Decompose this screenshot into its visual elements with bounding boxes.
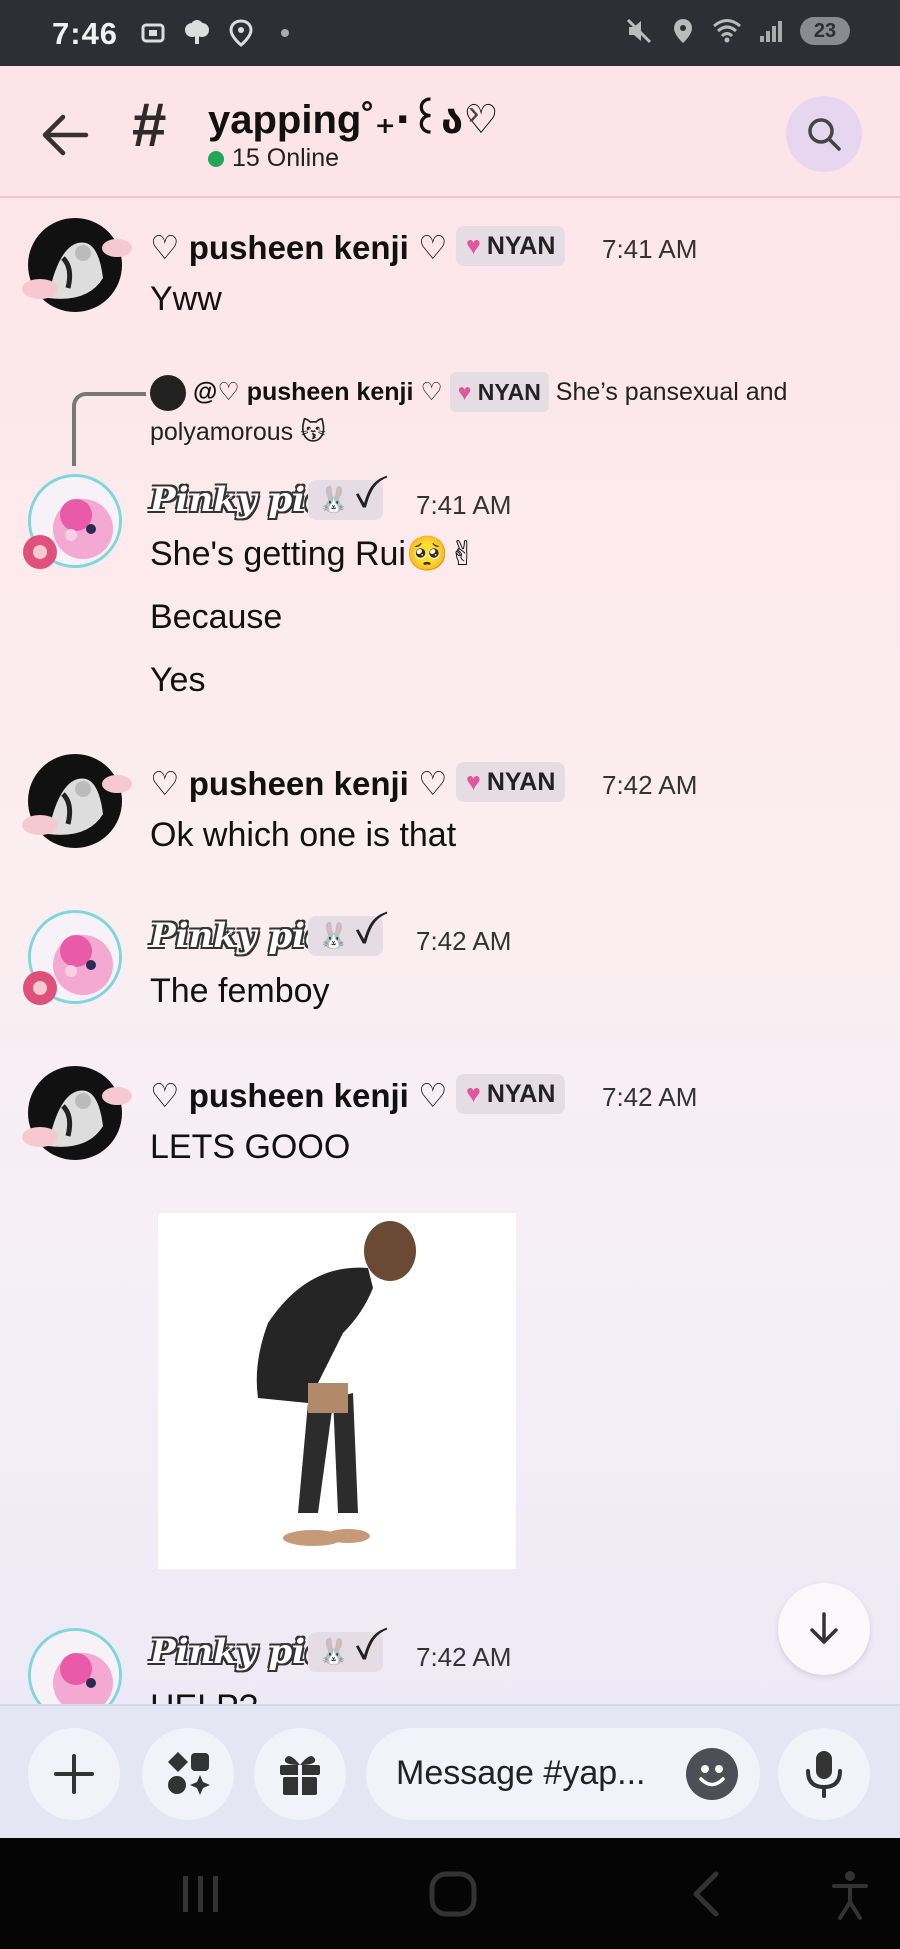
online-count: 15 Online	[232, 144, 340, 172]
apps-icon	[168, 1752, 210, 1795]
arrow-down-icon	[810, 1612, 838, 1644]
message-author[interactable]: ♡ pusheen kenji ♡	[150, 764, 448, 803]
tree-icon	[182, 18, 212, 48]
message-text: She's getting Rui🥺✌	[150, 534, 477, 574]
message-author[interactable]: ♡ pusheen kenji ♡	[150, 228, 448, 267]
message-text: Yww	[150, 280, 222, 318]
message-author[interactable]: Pinky pie	[150, 916, 327, 956]
dot-icon	[270, 18, 300, 48]
online-dot-icon	[208, 150, 224, 167]
screenshot-icon	[138, 18, 168, 48]
back-nav-icon[interactable]	[693, 1871, 719, 1917]
reply-avatar-icon	[150, 375, 186, 412]
status-time: 7:46	[52, 16, 119, 51]
role-tag: ♥ NYAN	[456, 762, 566, 802]
heart-icon: ♥	[466, 231, 481, 260]
chevron-right-icon[interactable]: ›	[468, 94, 479, 133]
message-time: 7:42 AM	[602, 1082, 698, 1112]
role-tag: ♥ NYAN	[456, 1074, 566, 1114]
role-tag: 🐰 ꪜ	[308, 1632, 383, 1672]
microphone-icon	[806, 1751, 842, 1798]
message-author[interactable]: ♡ pusheen kenji ♡	[150, 1076, 448, 1115]
scroll-to-bottom-button[interactable]	[778, 1583, 870, 1675]
message-list[interactable]: ♡ pusheen kenji ♡ ♥ NYAN 7:41 AM Yww @♡ …	[0, 198, 900, 1704]
reply-connector	[72, 392, 146, 466]
recent-apps-icon[interactable]	[183, 1876, 218, 1912]
reply-preview[interactable]: @♡ pusheen kenji ♡ ♥ NYAN She’s pansexua…	[150, 372, 850, 452]
plus-icon	[54, 1754, 94, 1794]
heart-icon: ♥	[466, 1079, 481, 1108]
avatar-pusheen-kenji[interactable]	[22, 1066, 132, 1160]
channel-name[interactable]: yapping˚₊‧꒰ა♡	[208, 90, 499, 143]
message-composer: Message #yap...	[0, 1704, 900, 1840]
gift-icon	[280, 1756, 320, 1795]
person-photo	[158, 1213, 516, 1569]
channel-hash-icon: #	[132, 91, 167, 160]
channel-header: # yapping˚₊‧꒰ა♡ › 15 Online	[0, 66, 900, 198]
bunny-icon: 🐰	[318, 1637, 350, 1666]
status-right-icons: 23	[624, 16, 850, 46]
home-icon[interactable]	[429, 1871, 477, 1917]
online-status: 15 Online	[208, 144, 339, 173]
message-text: HELP?	[150, 1688, 258, 1704]
message-time: 7:42 AM	[416, 926, 512, 956]
accessibility-icon[interactable]	[832, 1871, 868, 1920]
message-time: 7:42 AM	[602, 770, 698, 800]
message-text: The femboy	[150, 972, 330, 1010]
message-text: Because	[150, 598, 283, 636]
heart-icon: ♥	[457, 379, 472, 405]
avatar-pinky-pie[interactable]	[23, 910, 122, 1005]
signal-icon	[756, 16, 786, 46]
role-tag: ♥ NYAN	[456, 226, 566, 266]
avatar-pusheen-kenji[interactable]	[22, 218, 132, 312]
add-attachment-button[interactable]	[28, 1728, 120, 1820]
battery-indicator: 23	[800, 17, 850, 45]
role-tag: 🐰 ꪜ	[308, 916, 383, 956]
message-input-placeholder: Message #yap...	[396, 1754, 646, 1792]
message-text: LETS GOOO	[150, 1128, 351, 1166]
search-icon	[808, 118, 841, 151]
message-text: Yes	[150, 661, 206, 699]
image-attachment[interactable]	[158, 1213, 516, 1569]
back-button[interactable]	[36, 104, 98, 166]
apps-button[interactable]	[142, 1728, 234, 1820]
bunny-icon: 🐰	[318, 485, 350, 514]
reply-mention: @♡ pusheen kenji ♡	[192, 378, 443, 406]
message-author[interactable]: Pinky pie	[150, 1632, 327, 1672]
message-input[interactable]: Message #yap...	[366, 1728, 760, 1820]
arrow-left-icon	[42, 114, 89, 156]
avatar-pinky-pie[interactable]	[28, 1628, 122, 1704]
role-tag: 🐰 ꪜ	[308, 480, 383, 520]
pleading-face-emoji: 🥺✌	[405, 534, 477, 574]
mute-icon	[624, 16, 654, 46]
emoji-icon	[699, 1765, 725, 1787]
reply-role-tag: ♥ NYAN	[449, 372, 549, 412]
wifi-icon	[712, 16, 742, 46]
voice-message-button[interactable]	[778, 1728, 870, 1820]
kissing-cat-emoji: 😽	[300, 417, 327, 446]
system-navigation-bar	[0, 1838, 900, 1949]
status-left-icons	[138, 18, 300, 48]
heart-icon: ♥	[466, 767, 481, 796]
message-time: 7:41 AM	[602, 234, 698, 264]
emoji-button[interactable]	[686, 1748, 738, 1800]
gift-button[interactable]	[254, 1728, 346, 1820]
message-time: 7:41 AM	[416, 490, 512, 520]
avatar-pusheen-kenji[interactable]	[22, 754, 132, 848]
avatar-pinky-pie[interactable]	[23, 474, 122, 569]
location-status-icon	[668, 16, 698, 46]
search-button[interactable]	[786, 96, 862, 172]
status-bar: 7:46 23	[0, 0, 900, 66]
message-text: Ok which one is that	[150, 816, 457, 854]
message-time: 7:42 AM	[416, 1642, 512, 1672]
location-icon	[226, 18, 256, 48]
bunny-icon: 🐰	[318, 921, 350, 950]
message-author[interactable]: Pinky pie	[150, 480, 327, 520]
